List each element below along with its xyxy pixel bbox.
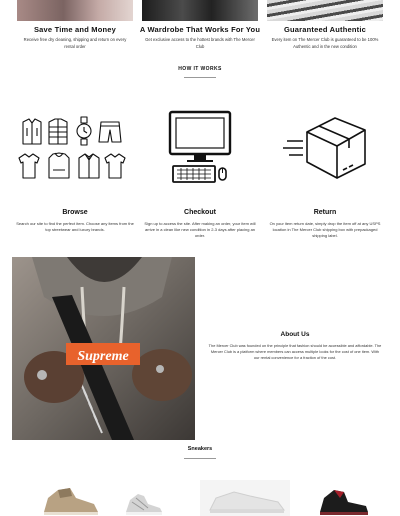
feature-desc: Get exclusive access to the hottest bran… (145, 37, 255, 49)
feature-title: A Wardrobe That Works For You (139, 25, 261, 34)
clothing-icon (15, 114, 127, 184)
computer-icon (167, 110, 233, 184)
banner-image-authentic (267, 0, 383, 21)
sneaker-image[interactable] (124, 490, 164, 516)
about-body: The Mercer Club was founded on the princ… (208, 343, 382, 360)
feature-title: Guaranteed Authentic (283, 25, 367, 34)
feature-desc: Every item on The Mercer Club is guarant… (271, 37, 379, 49)
about-title: About Us (280, 331, 310, 338)
banner-image-save-time (17, 0, 133, 21)
step-desc-checkout: Sign up to access the site. After making… (144, 221, 256, 239)
feature-title: Save Time and Money (33, 25, 117, 34)
sneaker-image[interactable] (40, 484, 102, 516)
sneakers-heading: Sneakers (187, 446, 213, 452)
step-desc-return: On your item return date, simply drop th… (269, 221, 381, 239)
about-photo: Supreme (12, 257, 195, 440)
photo-logo-text: Supreme (77, 349, 128, 364)
step-title-return: Return (313, 209, 337, 216)
how-it-works-heading: HOW IT WORKS (178, 66, 222, 72)
feature-desc: Receive free dry cleaning, shipping and … (23, 37, 127, 49)
section-divider (184, 77, 216, 78)
sneaker-image[interactable] (200, 480, 290, 516)
step-title-browse: Browse (62, 209, 88, 216)
sneaker-image[interactable] (318, 486, 370, 516)
step-title-checkout: Checkout (184, 209, 216, 216)
banner-image-wardrobe (142, 0, 258, 21)
section-divider (184, 458, 216, 459)
step-desc-browse: Search our site to find the perfect item… (16, 221, 134, 233)
delivery-box-icon (283, 114, 367, 180)
